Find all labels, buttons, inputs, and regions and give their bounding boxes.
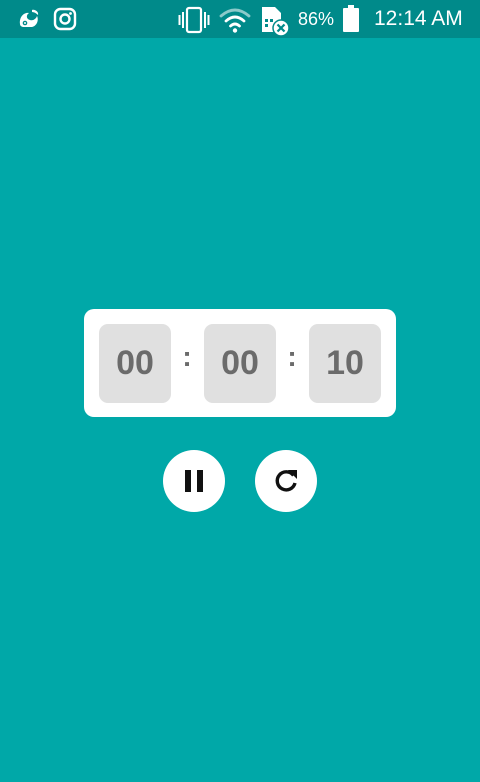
minutes-display: 00: [204, 324, 276, 403]
status-time: 12:14 AM: [374, 7, 463, 30]
uc-browser-icon: [19, 9, 39, 27]
pause-icon: [185, 470, 203, 492]
sim-card-off-icon: [262, 7, 290, 37]
reset-button[interactable]: [255, 450, 317, 512]
separator-colon: :: [287, 341, 297, 372]
status-bar: 86% 12:14 AM: [0, 0, 480, 38]
refresh-icon: [275, 470, 297, 492]
battery-percent: 86%: [298, 9, 335, 29]
instagram-icon: [53, 7, 77, 31]
separator-colon: :: [182, 341, 192, 372]
wifi-icon: [219, 8, 251, 33]
hours-display: 00: [99, 324, 171, 403]
vibrate-icon: [178, 6, 210, 34]
timer-card: 00 : 00 : 10: [84, 309, 396, 417]
pause-button[interactable]: [163, 450, 225, 512]
battery-icon: [343, 5, 359, 32]
seconds-display: 10: [309, 324, 381, 403]
